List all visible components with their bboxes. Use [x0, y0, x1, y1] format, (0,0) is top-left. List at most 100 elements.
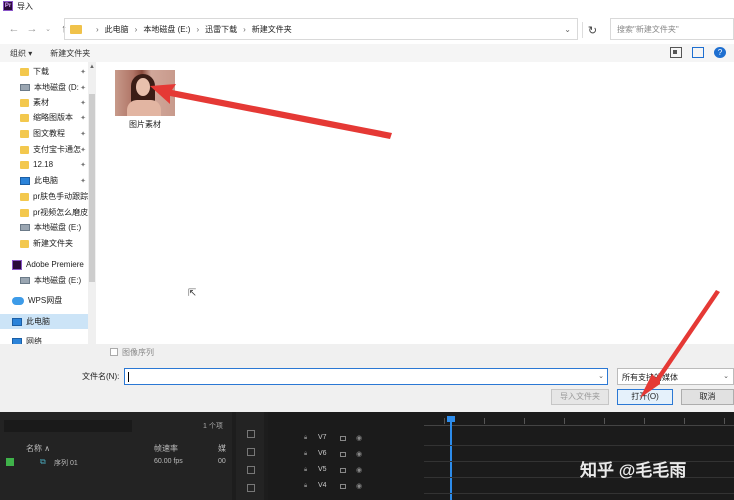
ruler-tick — [644, 418, 645, 424]
sync-lock-icon[interactable] — [340, 436, 346, 441]
label-color-swatch — [6, 458, 14, 466]
drive-icon — [20, 84, 30, 91]
project-panel: 1 个项 名称 ∧ 帧速率 媒 ⧉ 序列 01 60.00 fps 00 — [0, 412, 232, 500]
sequence-media: 00 — [218, 458, 226, 465]
track-label: V6 — [318, 450, 327, 457]
sidebar-item-drive-d[interactable]: 本地磁盘 (D: ✦ — [0, 80, 88, 95]
image-sequence-checkbox[interactable] — [110, 348, 118, 356]
razor-tool-icon[interactable] — [247, 448, 255, 456]
lock-icon[interactable]: 🔒︎ — [304, 483, 307, 490]
time-ruler[interactable] — [424, 416, 734, 426]
search-input[interactable]: 搜索"新建文件夹" — [610, 18, 734, 40]
track-v7[interactable]: 🔒︎ V7 ◉ — [268, 432, 734, 446]
change-view-icon[interactable] — [670, 47, 682, 58]
breadcrumb-item-drive-e[interactable]: 本地磁盘 (E:) — [143, 24, 190, 35]
organize-button[interactable]: 组织 ▾ — [10, 48, 32, 59]
lock-icon[interactable]: 🔒︎ — [304, 435, 307, 442]
sync-lock-icon[interactable] — [340, 468, 346, 473]
sidebar-item-thumbnail-version[interactable]: 缩略图版本 ✦ — [0, 110, 88, 125]
playhead[interactable] — [447, 416, 455, 500]
slip-tool-icon[interactable] — [247, 466, 255, 474]
track-label: V4 — [318, 482, 327, 489]
pin-icon: ✦ — [80, 84, 86, 92]
breadcrumb-item-new-folder[interactable]: 新建文件夹 — [252, 24, 292, 35]
sequence-name: 序列 01 — [54, 460, 78, 467]
eye-icon[interactable]: ◉ — [356, 466, 362, 474]
sidebar-item-label: 本地磁盘 (E:) — [34, 223, 82, 232]
portrait-face — [136, 78, 150, 96]
recent-locations-chevron-icon[interactable]: ⌄ — [40, 21, 56, 37]
sync-lock-icon[interactable] — [340, 484, 346, 489]
sidebar-item-this-pc-pinned[interactable]: 此电脑 ✦ — [0, 173, 88, 188]
title-bar: Pr 导入 — [0, 0, 734, 12]
navigation-pane: 下载 ✦ 本地磁盘 (D: ✦ 素材 ✦ 缩略图版本 ✦ 图文教程 ✦ 支付宝卡… — [0, 62, 96, 346]
ripple-edit-tool-icon[interactable] — [247, 430, 255, 438]
new-folder-button[interactable]: 新建文件夹 — [50, 48, 90, 59]
breadcrumb-item-xunlei-download[interactable]: 迅雷下载 — [205, 24, 237, 35]
address-dropdown-icon[interactable]: ⌄ — [564, 25, 571, 34]
track-v4[interactable]: 🔒︎ V4 ◉ — [268, 480, 734, 494]
sidebar-item-downloads[interactable]: 下载 ✦ — [0, 64, 88, 79]
import-folder-button[interactable]: 导入文件夹 — [551, 389, 609, 405]
sidebar-item-label: 此电脑 — [34, 176, 58, 185]
file-type-select[interactable]: 所有支持的媒体 ⌄ — [617, 368, 734, 385]
sidebar-item-pr-skin-tracking[interactable]: pr肤色手动跟踪 — [0, 189, 88, 204]
file-list[interactable]: 图片素材 ⇱ — [96, 62, 734, 344]
sidebar-item-adobe-premiere[interactable]: Adobe Premiere — [0, 257, 88, 272]
pen-tool-icon[interactable] — [247, 484, 255, 492]
zhihu-watermark: 知乎 @毛毛雨 — [580, 461, 687, 480]
filename-input[interactable]: ⌄ — [124, 368, 608, 385]
eye-icon[interactable]: ◉ — [356, 482, 362, 490]
cancel-button[interactable]: 取消 — [681, 389, 734, 405]
computer-icon — [12, 317, 22, 326]
sidebar-item-this-pc[interactable]: 此电脑 — [0, 314, 88, 329]
project-search-input[interactable] — [4, 420, 132, 432]
sidebar-item-wps-cloud[interactable]: WPS网盘 — [0, 293, 88, 308]
sync-lock-icon[interactable] — [340, 452, 346, 457]
item-count: 1 个项 — [203, 423, 223, 430]
address-bar[interactable]: › 此电脑 › 本地磁盘 (E:) › 迅雷下载 › 新建文件夹 ⌄ — [64, 18, 578, 40]
back-arrow-icon[interactable]: ← — [6, 21, 22, 37]
sidebar-item-drive-e[interactable]: 本地磁盘 (E:) — [0, 220, 88, 235]
folder-icon — [20, 208, 29, 217]
tools-panel — [236, 412, 264, 500]
sidebar-item-label: WPS网盘 — [28, 296, 63, 305]
breadcrumb-item-this-pc[interactable]: 此电脑 — [105, 24, 129, 35]
refresh-icon[interactable]: ↻ — [582, 22, 602, 38]
sidebar-item-alipay-cartoon[interactable]: 支付宝卡通怎 ✦ — [0, 142, 88, 157]
mouse-cursor-icon: ⇱ — [188, 288, 197, 299]
folder-icon — [20, 145, 29, 154]
column-name[interactable]: 名称 ∧ — [26, 443, 50, 454]
column-media[interactable]: 媒 — [218, 443, 226, 454]
image-thumbnail[interactable] — [115, 70, 175, 116]
sidebar-item-assets[interactable]: 素材 ✦ — [0, 95, 88, 110]
help-icon[interactable]: ? — [714, 47, 726, 58]
lock-icon[interactable]: 🔒︎ — [304, 467, 307, 474]
sidebar-item-new-folder[interactable]: 新建文件夹 — [0, 236, 88, 251]
sidebar-item-pr-skin-smoothing[interactable]: pr视频怎么磨皮 — [0, 205, 88, 220]
chevron-down-icon[interactable]: ⌄ — [598, 372, 604, 380]
sidebar-item-drive-e-2[interactable]: 本地磁盘 (E:) — [0, 273, 88, 288]
file-type-value: 所有支持的媒体 — [622, 373, 678, 382]
lock-icon[interactable]: 🔒︎ — [304, 451, 307, 458]
eye-icon[interactable]: ◉ — [356, 450, 362, 458]
sidebar-scrollbar[interactable]: ▲ — [88, 62, 96, 346]
track-v6[interactable]: 🔒︎ V6 ◉ — [268, 448, 734, 462]
sidebar-item-12-18[interactable]: 12.18 ✦ — [0, 157, 88, 172]
scrollbar-thumb[interactable] — [89, 94, 95, 282]
ruler-tick — [604, 418, 605, 424]
file-name-label[interactable]: 图片素材 — [120, 119, 170, 130]
chevron-down-icon[interactable]: ⌄ — [723, 372, 729, 380]
open-button[interactable]: 打开(O) — [617, 389, 673, 405]
column-frame-rate[interactable]: 帧速率 — [154, 443, 178, 454]
preview-pane-icon[interactable] — [692, 47, 704, 58]
folder-icon — [20, 113, 29, 122]
track-v5[interactable]: 🔒︎ V5 ◉ — [268, 464, 734, 478]
scroll-up-icon[interactable]: ▲ — [89, 64, 95, 70]
track-lane — [424, 461, 734, 462]
sidebar-item-label: 本地磁盘 (E:) — [34, 276, 82, 285]
sidebar-item-tutorials[interactable]: 图文教程 ✦ — [0, 126, 88, 141]
eye-icon[interactable]: ◉ — [356, 434, 362, 442]
forward-arrow-icon[interactable]: → — [24, 21, 40, 37]
project-row-sequence[interactable]: ⧉ 序列 01 60.00 fps 00 — [0, 456, 232, 468]
